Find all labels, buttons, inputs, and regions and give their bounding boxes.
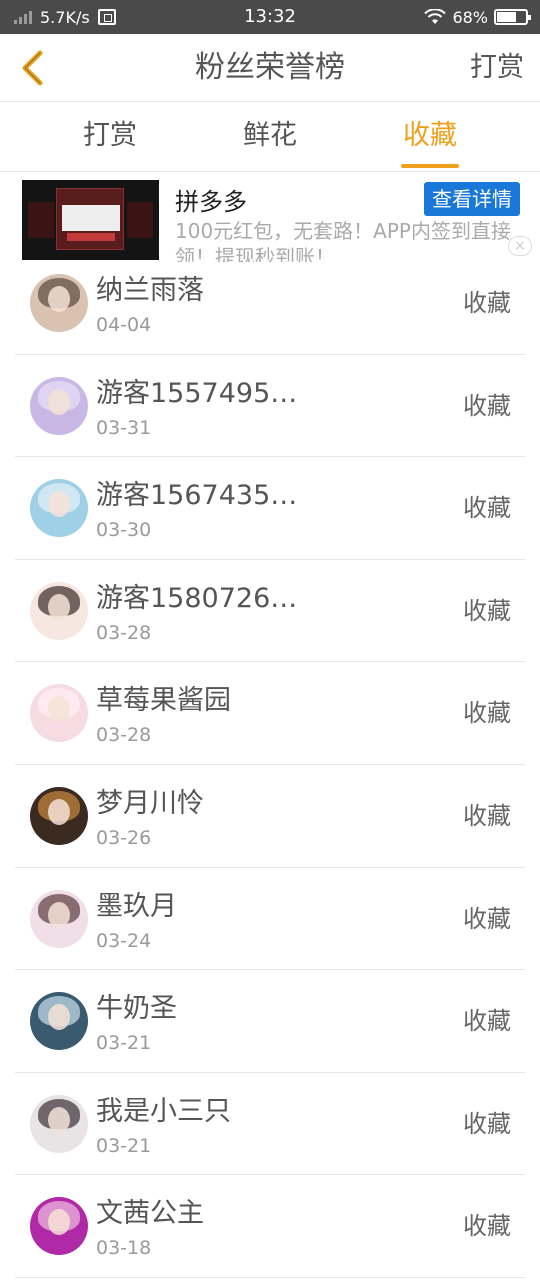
action-label: 收藏 — [463, 289, 511, 317]
tab-favorites[interactable]: 收藏 — [370, 102, 490, 172]
fan-name: 游客1567435… — [96, 480, 298, 512]
fan-name: 梦月川怜 — [96, 787, 204, 819]
ad-thumbnail — [22, 180, 159, 260]
ad-banner[interactable]: 拼多多 100元红包，无套路！APP内签到直接领！提现秒到账！ 查看详情 × — [0, 172, 540, 262]
list-item[interactable]: 游客1567435… 03-30 收藏 — [15, 457, 525, 560]
fan-name: 游客1557495… — [96, 377, 298, 409]
action-label: 收藏 — [463, 699, 511, 728]
fan-date: 03-21 — [96, 1134, 152, 1157]
list-item[interactable]: 游客1557495… 03-31 收藏 — [15, 355, 525, 458]
list-item[interactable]: 梦月川怜 03-26 收藏 — [15, 765, 525, 868]
wifi-icon — [424, 9, 447, 24]
fan-date: 03-28 — [96, 724, 152, 747]
fan-date: 03-18 — [96, 1237, 152, 1260]
title-bar: 粉丝荣誉榜 打赏 — [0, 34, 540, 102]
avatar[interactable] — [30, 889, 88, 948]
avatar[interactable] — [30, 274, 88, 332]
status-bar: 5.7K/s 13:32 68% — [0, 0, 540, 34]
tab-label: 打赏 — [83, 120, 137, 151]
avatar[interactable] — [30, 786, 88, 845]
tab-flowers[interactable]: 鲜花 — [210, 102, 330, 172]
avatar[interactable] — [30, 376, 88, 435]
tab-reward[interactable]: 打赏 — [50, 102, 170, 172]
action-label: 收藏 — [463, 1212, 511, 1241]
action-label: 收藏 — [463, 1007, 511, 1036]
fan-list: 纳兰雨落 04-04 收藏 游客1557495… 03-31 收藏 游客1567435… 03… — [0, 252, 540, 1278]
fan-date: 03-31 — [96, 416, 152, 439]
fan-date: 03-30 — [96, 519, 152, 542]
fan-name: 游客1580726… — [96, 582, 298, 614]
battery-percent: 68% — [452, 7, 488, 27]
list-item[interactable]: 游客1580726… 03-28 收藏 — [15, 560, 525, 663]
fan-name: 草莓果酱园 — [96, 685, 231, 717]
fan-name: 我是小三只 — [96, 1095, 231, 1127]
avatar[interactable] — [30, 1197, 88, 1256]
action-label: 收藏 — [463, 494, 511, 523]
fan-date: 03-28 — [96, 621, 152, 644]
fan-date: 03-24 — [96, 929, 152, 952]
fan-name: 墨玖月 — [96, 890, 177, 922]
tab-bar: 打赏 鲜花 收藏 — [0, 102, 540, 172]
ad-details-button[interactable]: 查看详情 — [424, 182, 520, 216]
ad-title: 拼多多 — [175, 188, 247, 216]
action-label: 收藏 — [463, 904, 511, 933]
tab-label: 鲜花 — [243, 120, 297, 151]
battery-icon — [494, 9, 531, 25]
avatar[interactable] — [30, 992, 88, 1051]
active-tab-indicator — [401, 164, 459, 168]
action-label: 收藏 — [463, 596, 511, 625]
list-item[interactable]: 草莓果酱园 03-28 收藏 — [15, 662, 525, 765]
fan-date: 04-04 — [96, 314, 152, 336]
avatar[interactable] — [30, 684, 88, 743]
list-item[interactable]: 纳兰雨落 04-04 收藏 — [15, 252, 525, 355]
fan-date: 03-26 — [96, 826, 152, 849]
list-item[interactable]: 墨玖月 03-24 收藏 — [15, 868, 525, 971]
avatar[interactable] — [30, 581, 88, 640]
list-item[interactable]: 我是小三只 03-21 收藏 — [15, 1073, 525, 1176]
fan-name: 文茜公主 — [96, 1198, 204, 1230]
fan-name: 牛奶圣 — [96, 993, 177, 1025]
fan-date: 03-21 — [96, 1032, 152, 1055]
list-item[interactable]: 牛奶圣 03-21 收藏 — [15, 970, 525, 1073]
action-label: 收藏 — [463, 1109, 511, 1138]
tab-label: 收藏 — [403, 120, 457, 151]
action-label: 收藏 — [463, 801, 511, 830]
fan-name: 纳兰雨落 — [96, 275, 204, 306]
reward-button[interactable]: 打赏 — [470, 34, 524, 102]
list-item[interactable]: 文茜公主 03-18 收藏 — [15, 1175, 525, 1278]
page-title: 粉丝荣誉榜 — [195, 50, 345, 85]
avatar[interactable] — [30, 479, 88, 538]
action-label: 收藏 — [463, 391, 511, 420]
avatar[interactable] — [30, 1094, 88, 1153]
